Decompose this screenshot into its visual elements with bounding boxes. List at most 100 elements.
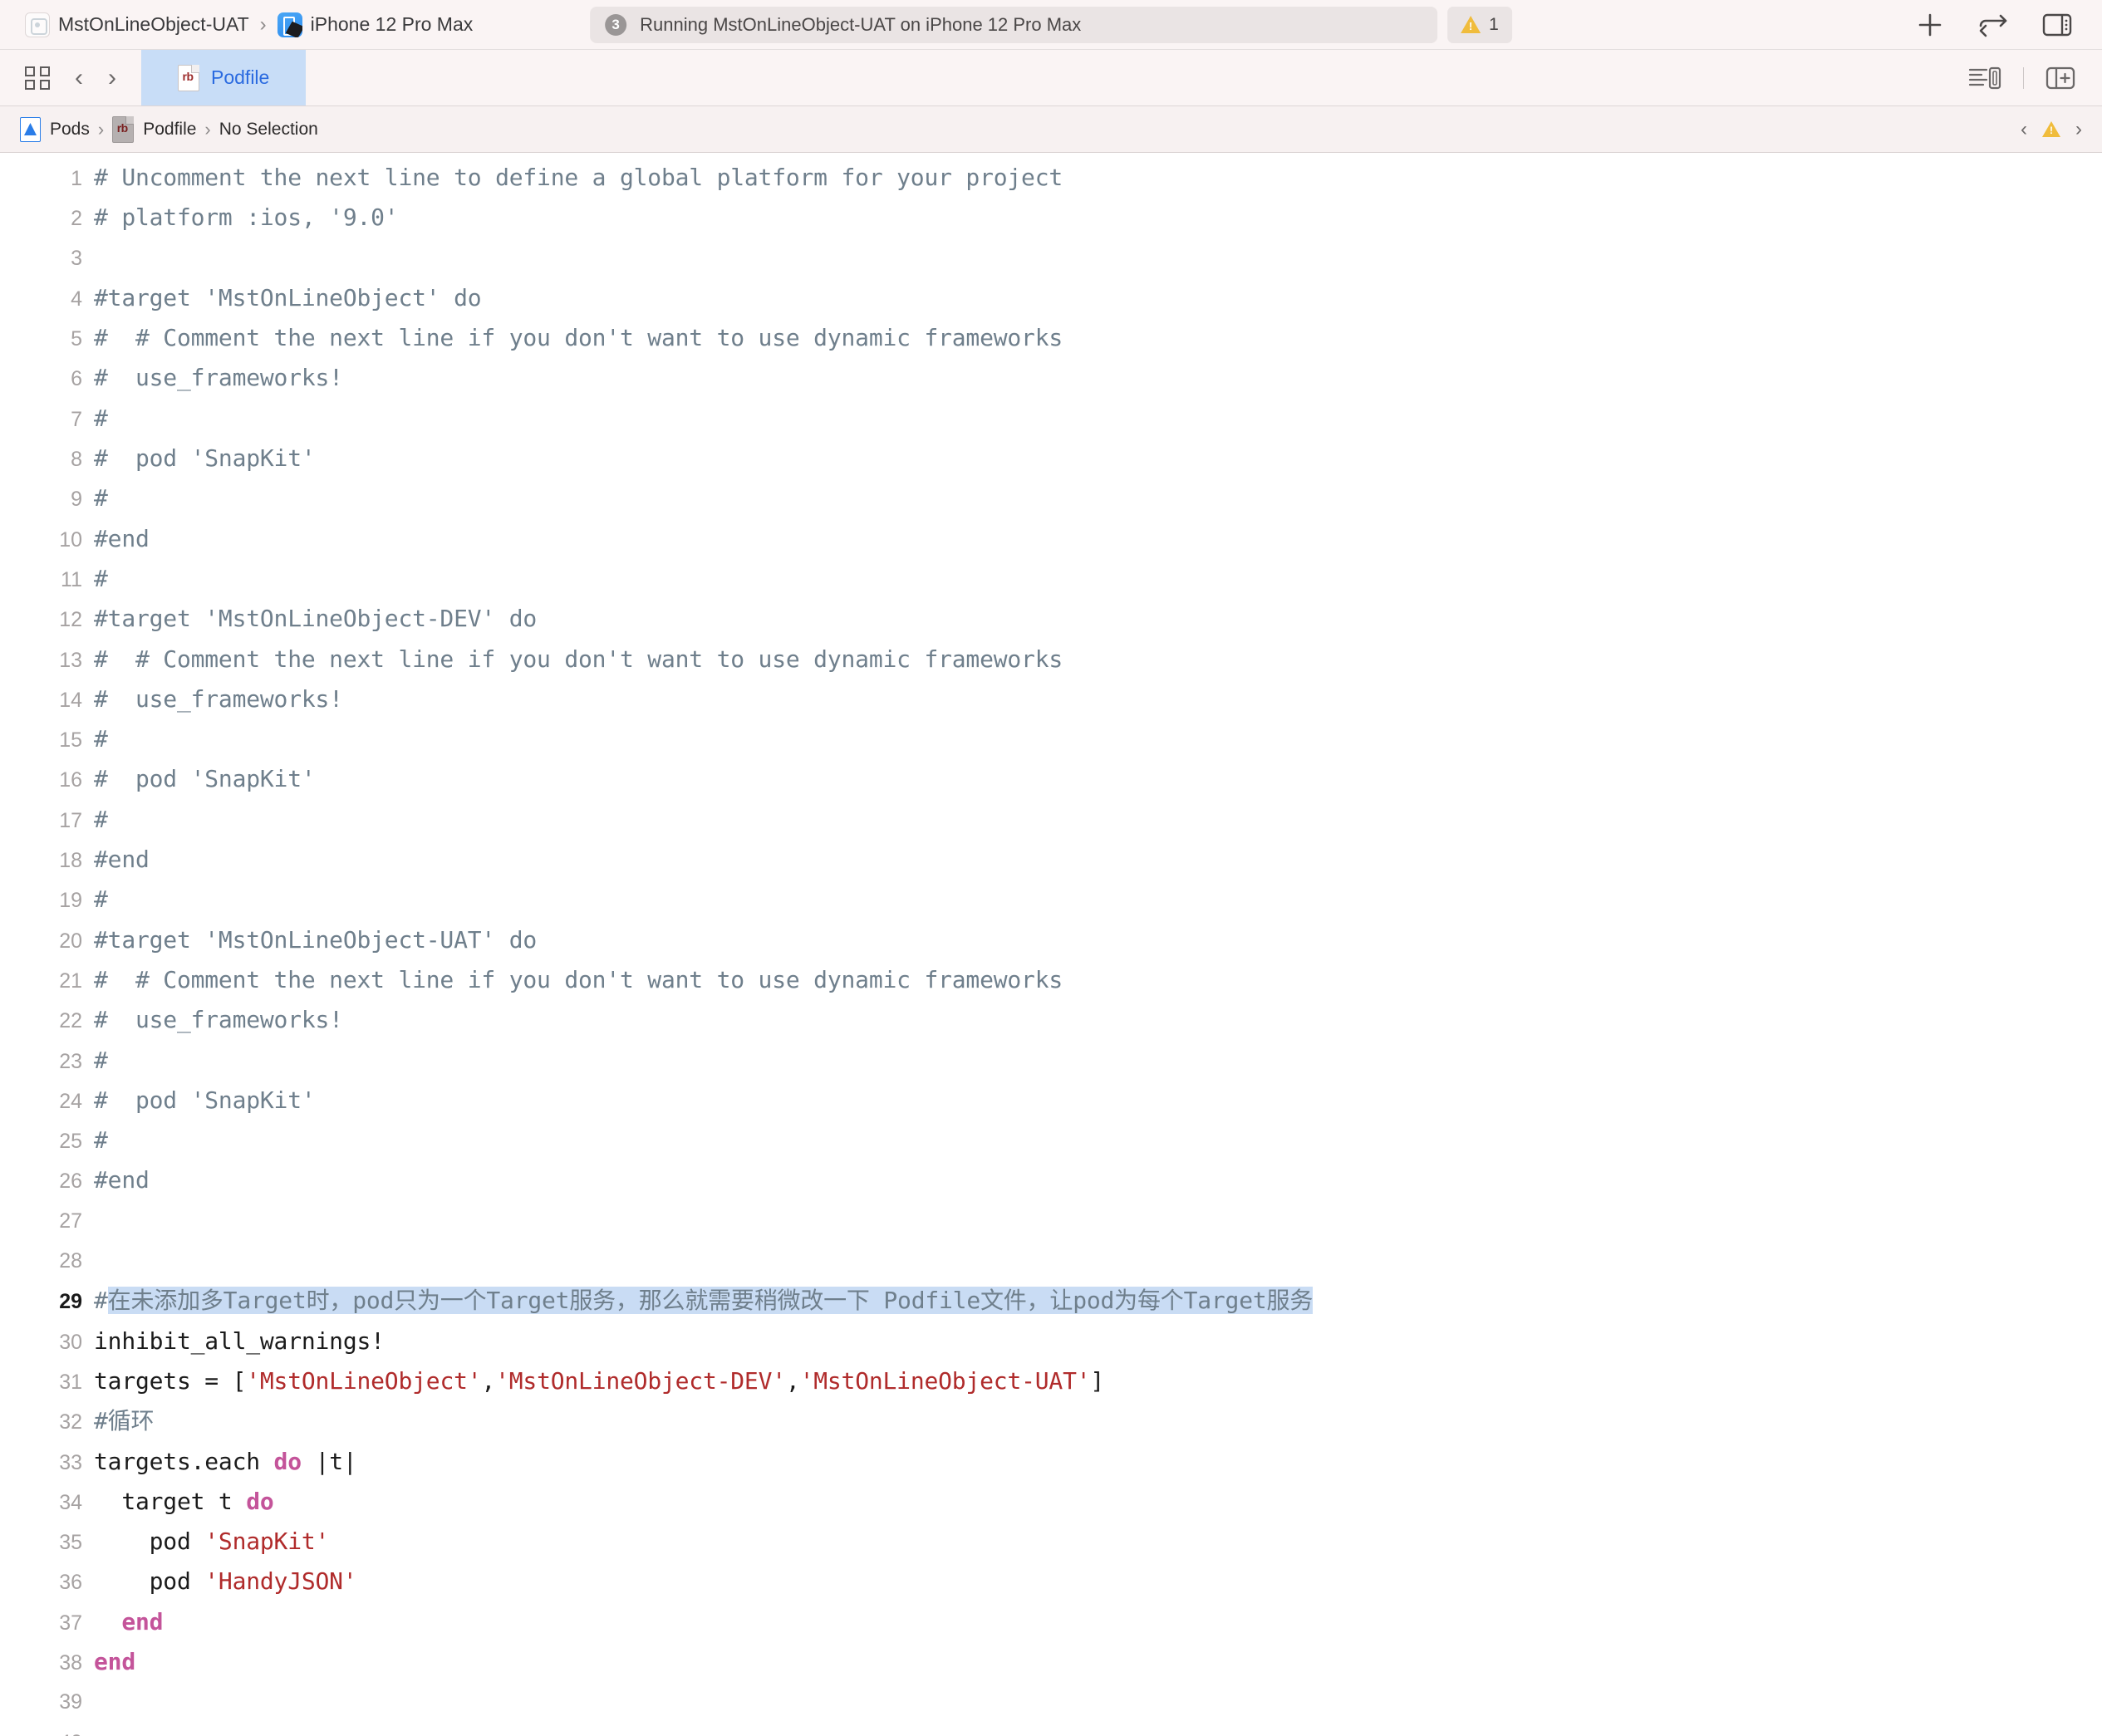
- scheme-name[interactable]: MstOnLineObject-UAT: [58, 13, 249, 36]
- code-line-text[interactable]: # pod 'SnapKit': [94, 1081, 316, 1121]
- code-structure-icon[interactable]: [1968, 66, 2001, 91]
- code-line-text[interactable]: #: [94, 880, 108, 919]
- code-line[interactable]: 22 # use_frameworks!: [0, 1000, 2102, 1040]
- code-line-text[interactable]: #: [94, 800, 108, 840]
- return-arrow-icon[interactable]: [1977, 12, 2009, 37]
- add-editor-icon[interactable]: [2046, 66, 2075, 91]
- code-line-text[interactable]: #循环: [94, 1401, 154, 1441]
- code-line[interactable]: 11 #: [0, 559, 2102, 599]
- code-line-text[interactable]: #: [94, 719, 108, 759]
- code-line[interactable]: 32 #循环: [0, 1401, 2102, 1441]
- line-number: 16: [59, 768, 82, 792]
- code-line-text[interactable]: pod 'SnapKit': [94, 1522, 330, 1562]
- code-line[interactable]: 5 # # Comment the next line if you don't …: [0, 318, 2102, 358]
- breadcrumb-item-no-selection[interactable]: No Selection: [219, 120, 318, 140]
- code-line[interactable]: 7 #: [0, 399, 2102, 439]
- code-line-text[interactable]: #: [94, 1041, 108, 1081]
- code-line[interactable]: 14 # use_frameworks!: [0, 679, 2102, 719]
- code-line[interactable]: 13 # # Comment the next line if you don't…: [0, 640, 2102, 679]
- scheme-and-destination[interactable]: MstOnLineObject-UAT › iPhone 12 Pro Max: [0, 12, 473, 37]
- code-line-text[interactable]: #target 'MstOnLineObject-DEV' do: [94, 599, 537, 639]
- code-line-text[interactable]: #end: [94, 519, 150, 559]
- code-line-text[interactable]: #在未添加多Target时，pod只为一个Target服务，那么就需要稍微改一下…: [94, 1281, 1313, 1321]
- code-line[interactable]: 15 #: [0, 719, 2102, 759]
- code-line-text[interactable]: pod 'HandyJSON': [94, 1562, 357, 1601]
- code-line-text[interactable]: # pod 'SnapKit': [94, 439, 316, 478]
- plus-icon[interactable]: [1916, 11, 1944, 39]
- code-line-text[interactable]: # # Comment the next line if you don't w…: [94, 640, 1063, 679]
- code-line[interactable]: 8 # pod 'SnapKit': [0, 439, 2102, 478]
- code-line-text[interactable]: targets.each do |t|: [94, 1442, 357, 1482]
- code-line-text[interactable]: # # Comment the next line if you don't w…: [94, 318, 1063, 358]
- code-line[interactable]: 16 # pod 'SnapKit': [0, 759, 2102, 799]
- code-line[interactable]: 39: [0, 1682, 2102, 1722]
- code-line[interactable]: 40: [0, 1723, 2102, 1736]
- tab-podfile[interactable]: rb Podfile: [141, 50, 307, 105]
- code-line-text[interactable]: #target 'MstOnLineObject-UAT' do: [94, 920, 537, 960]
- code-line-text[interactable]: target t do: [94, 1482, 273, 1522]
- code-line-text[interactable]: # Uncomment the next line to define a gl…: [94, 158, 1063, 198]
- code-line[interactable]: 21 # # Comment the next line if you don't…: [0, 960, 2102, 1000]
- breadcrumb-item-pods[interactable]: Pods: [20, 116, 90, 142]
- toggle-inspector-icon[interactable]: [2042, 12, 2072, 37]
- code-line[interactable]: 2 # platform :ios, '9.0': [0, 198, 2102, 238]
- previous-issue-icon[interactable]: ‹: [2021, 118, 2027, 141]
- code-token: # pod 'SnapKit': [94, 765, 316, 793]
- code-line-text[interactable]: end: [94, 1642, 135, 1682]
- next-issue-icon[interactable]: ›: [2075, 118, 2082, 141]
- code-line-text[interactable]: #: [94, 559, 108, 599]
- code-line-text[interactable]: #: [94, 478, 108, 518]
- code-line-text[interactable]: inhibit_all_warnings!: [94, 1322, 385, 1361]
- code-line[interactable]: 3: [0, 238, 2102, 278]
- warning-indicator[interactable]: 1: [1447, 6, 1512, 43]
- code-line[interactable]: 33 targets.each do |t|: [0, 1442, 2102, 1482]
- code-line-text[interactable]: #: [94, 399, 108, 439]
- code-line[interactable]: 27: [0, 1201, 2102, 1241]
- warning-triangle-icon[interactable]: [2042, 121, 2060, 137]
- code-line-text[interactable]: end: [94, 1602, 163, 1642]
- code-line[interactable]: 19 #: [0, 880, 2102, 919]
- code-line[interactable]: 4 #target 'MstOnLineObject' do: [0, 278, 2102, 318]
- code-line[interactable]: 25 #: [0, 1121, 2102, 1160]
- code-area[interactable]: 1 # Uncomment the next line to define a g…: [0, 153, 2102, 1736]
- code-line-text[interactable]: # use_frameworks!: [94, 358, 343, 398]
- back-arrow-icon[interactable]: ‹: [75, 64, 83, 92]
- code-line-text[interactable]: # # Comment the next line if you don't w…: [94, 960, 1063, 1000]
- code-line-text[interactable]: #end: [94, 1160, 150, 1200]
- code-line-text[interactable]: #end: [94, 840, 150, 880]
- code-line[interactable]: 9 #: [0, 478, 2102, 518]
- code-line[interactable]: 24 # pod 'SnapKit': [0, 1081, 2102, 1121]
- code-line[interactable]: 1 # Uncomment the next line to define a g…: [0, 158, 2102, 198]
- code-line-text[interactable]: # use_frameworks!: [94, 679, 343, 719]
- code-token: target t: [94, 1487, 247, 1515]
- destination-device-name[interactable]: iPhone 12 Pro Max: [311, 13, 474, 36]
- code-line[interactable]: 28: [0, 1241, 2102, 1281]
- code-line-text[interactable]: #: [94, 1121, 108, 1160]
- tab-overview-icon[interactable]: [25, 66, 50, 91]
- code-line[interactable]: 35 pod 'SnapKit': [0, 1522, 2102, 1562]
- code-line[interactable]: 18 #end: [0, 840, 2102, 880]
- code-line[interactable]: 23 #: [0, 1041, 2102, 1081]
- code-line[interactable]: 31 targets = ['MstOnLineObject','MstOnLin…: [0, 1361, 2102, 1401]
- code-line[interactable]: 36 pod 'HandyJSON': [0, 1562, 2102, 1601]
- code-line-text[interactable]: # pod 'SnapKit': [94, 759, 316, 799]
- code-line[interactable]: 30 inhibit_all_warnings!: [0, 1322, 2102, 1361]
- code-line[interactable]: 12 #target 'MstOnLineObject-DEV' do: [0, 599, 2102, 639]
- code-line-text[interactable]: # use_frameworks!: [94, 1000, 343, 1040]
- code-line-text[interactable]: # platform :ios, '9.0': [94, 198, 399, 238]
- code-line[interactable]: 20 #target 'MstOnLineObject-UAT' do: [0, 920, 2102, 960]
- code-line-text[interactable]: #target 'MstOnLineObject' do: [94, 278, 482, 318]
- code-line[interactable]: 34 target t do: [0, 1482, 2102, 1522]
- code-line[interactable]: 37 end: [0, 1602, 2102, 1642]
- code-line[interactable]: 38 end: [0, 1642, 2102, 1682]
- breadcrumb-item-podfile[interactable]: rb Podfile: [112, 115, 196, 143]
- code-line[interactable]: 6 # use_frameworks!: [0, 358, 2102, 398]
- code-line[interactable]: 17 #: [0, 800, 2102, 840]
- code-line[interactable]: 26 #end: [0, 1160, 2102, 1200]
- forward-arrow-icon[interactable]: ›: [108, 64, 116, 92]
- code-line[interactable]: 29 #在未添加多Target时，pod只为一个Target服务，那么就需要稍微改…: [0, 1281, 2102, 1321]
- activity-status-text: Running MstOnLineObject-UAT on iPhone 12…: [640, 13, 1082, 35]
- source-editor[interactable]: 1 # Uncomment the next line to define a g…: [0, 153, 2102, 1736]
- code-line-text[interactable]: targets = ['MstOnLineObject','MstOnLineO…: [94, 1361, 1104, 1401]
- code-line[interactable]: 10 #end: [0, 519, 2102, 559]
